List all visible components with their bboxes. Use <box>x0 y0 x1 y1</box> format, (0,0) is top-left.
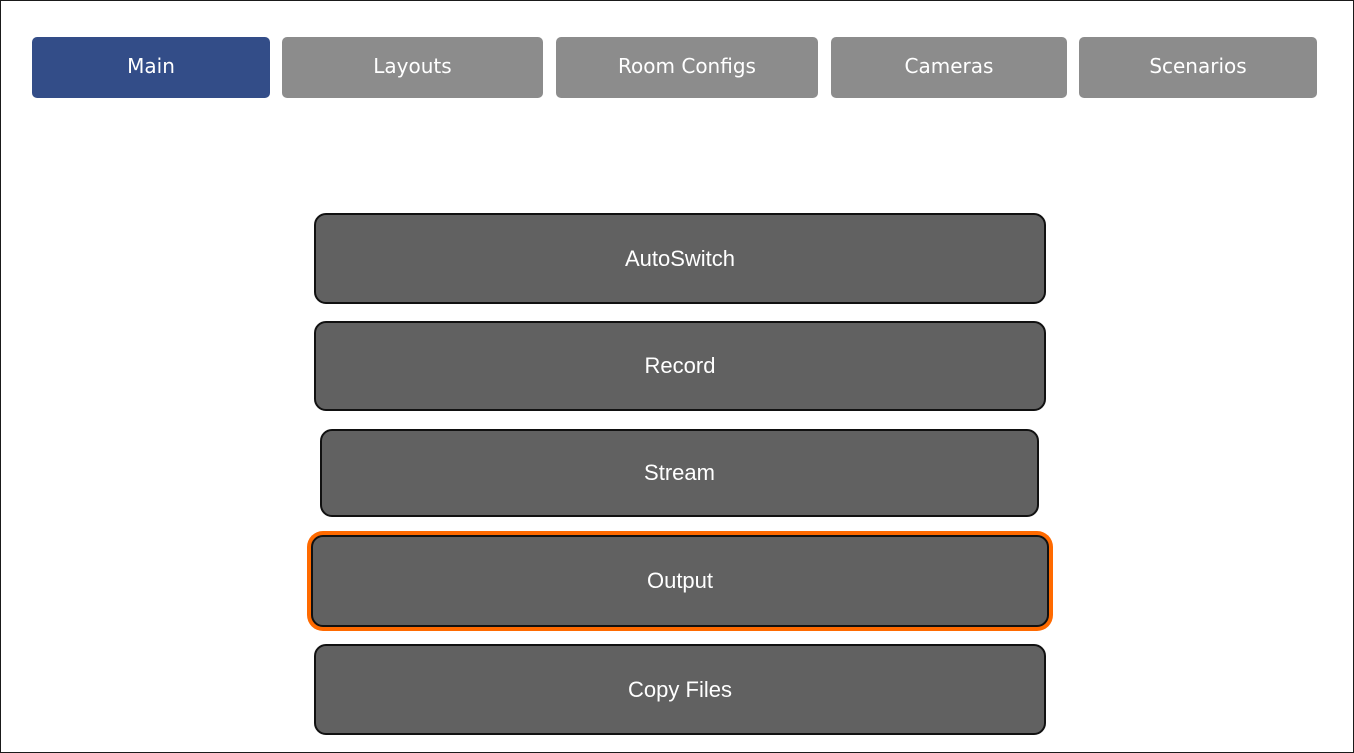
record-button[interactable]: Record <box>314 321 1046 411</box>
autoswitch-button[interactable]: AutoSwitch <box>314 213 1046 304</box>
output-button[interactable]: Output <box>311 535 1049 627</box>
tab-cameras[interactable]: Cameras <box>831 37 1067 98</box>
app-window: Main Layouts Room Configs Cameras Scenar… <box>0 0 1354 753</box>
tab-scenarios[interactable]: Scenarios <box>1079 37 1317 98</box>
tab-layouts[interactable]: Layouts <box>282 37 543 98</box>
tab-room-configs[interactable]: Room Configs <box>556 37 818 98</box>
copy-files-button[interactable]: Copy Files <box>314 644 1046 735</box>
stream-button[interactable]: Stream <box>320 429 1039 517</box>
tab-main[interactable]: Main <box>32 37 270 98</box>
